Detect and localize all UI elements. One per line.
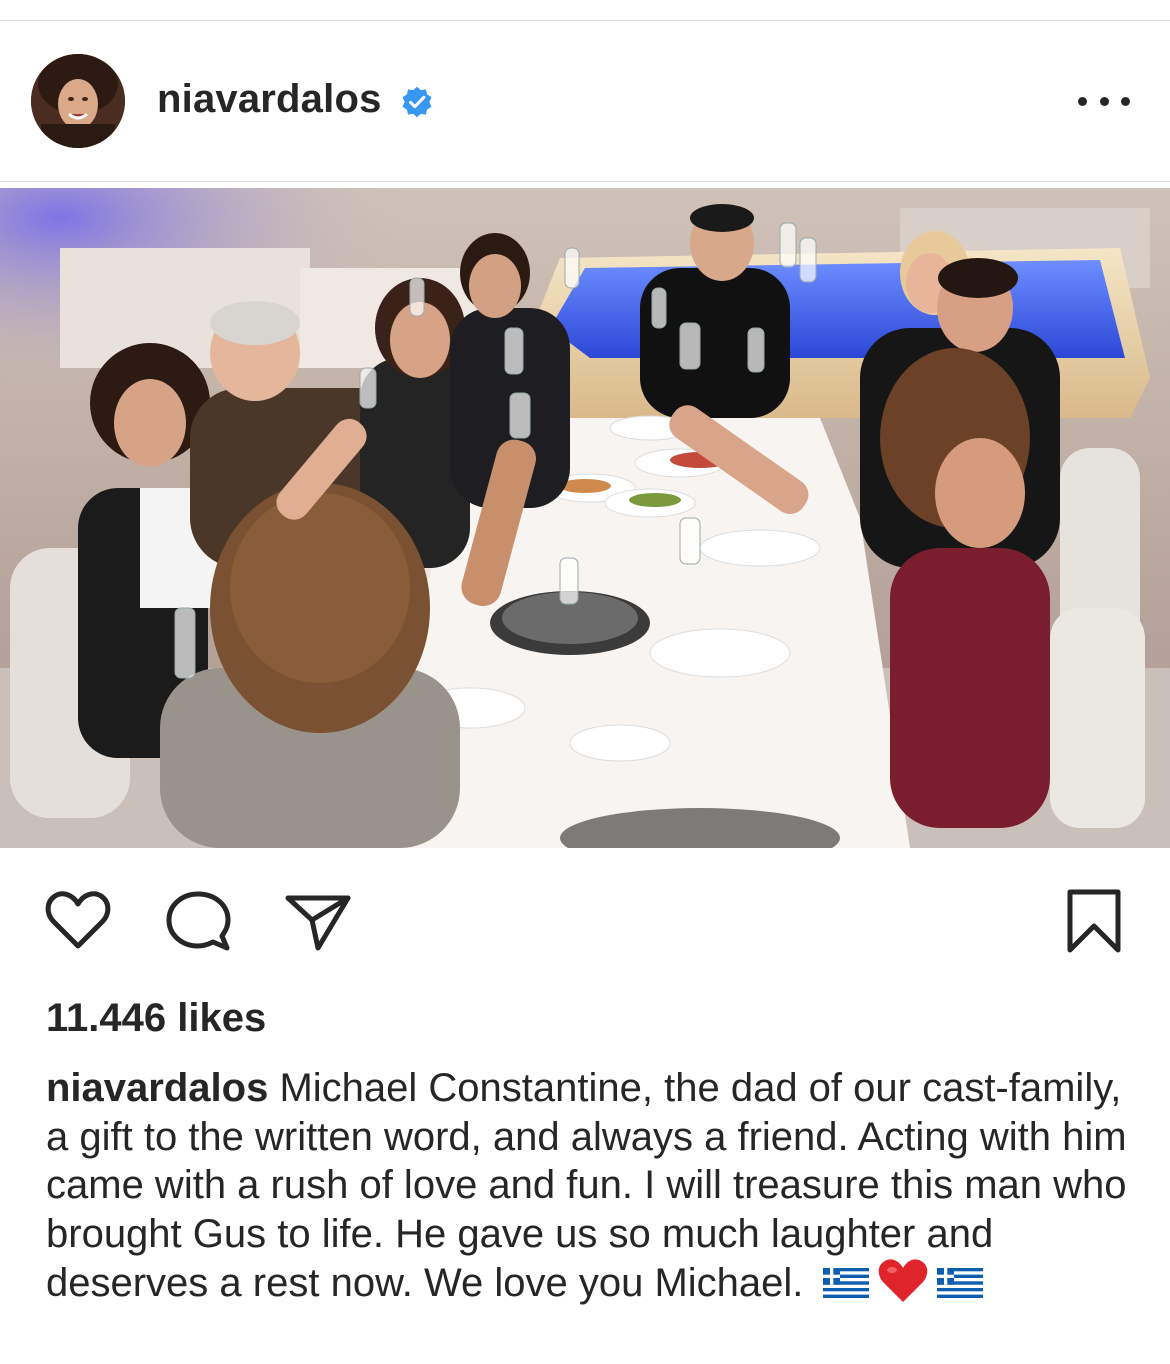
more-dot <box>1121 96 1130 106</box>
verified-badge-icon <box>402 86 432 118</box>
comment-bubble-icon[interactable] <box>162 886 234 958</box>
avatar-image <box>31 54 125 148</box>
more-dot <box>1099 96 1109 106</box>
heart-icon[interactable] <box>42 886 114 958</box>
post-header: niavardalos <box>0 21 1170 181</box>
bookmark-icon[interactable] <box>1058 886 1130 958</box>
post-username[interactable]: niavardalos <box>157 77 382 122</box>
header-divider <box>0 181 1170 182</box>
likes-count[interactable]: 11.446 likes <box>46 996 266 1041</box>
dinner-toast-photo <box>0 188 1170 848</box>
more-dot <box>1078 96 1087 106</box>
paper-plane-icon[interactable] <box>282 886 354 958</box>
caption-username[interactable]: niavardalos <box>46 1066 268 1110</box>
post-caption: niavardalos Michael Constantine, the dad… <box>46 1064 1136 1308</box>
avatar[interactable] <box>31 54 125 148</box>
post-photo[interactable] <box>0 188 1170 848</box>
greek-flag-icon <box>822 1268 869 1298</box>
red-heart-icon <box>878 1259 927 1302</box>
more-options-icon[interactable] <box>1078 83 1130 119</box>
greek-flag-icon <box>936 1268 983 1298</box>
